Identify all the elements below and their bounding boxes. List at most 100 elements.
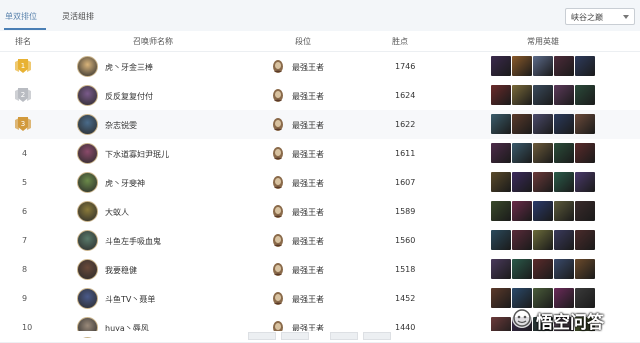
champion-icon[interactable] bbox=[512, 85, 532, 105]
champion-icon[interactable] bbox=[554, 143, 574, 163]
summoner-name[interactable]: 斗鱼左手吸血鬼 bbox=[105, 236, 161, 247]
table-row[interactable]: 1 虎丶牙金三棒 最强王者 1746 bbox=[0, 52, 640, 82]
chevron-down-icon bbox=[623, 15, 629, 19]
champion-icon[interactable] bbox=[575, 114, 595, 134]
table-row[interactable]: 6 大蚁人 最强王者 1589 bbox=[0, 197, 640, 227]
champion-icon[interactable] bbox=[491, 230, 511, 250]
champion-icon[interactable] bbox=[533, 143, 553, 163]
champion-icon[interactable] bbox=[554, 259, 574, 279]
page-button[interactable] bbox=[248, 332, 276, 340]
champion-icon[interactable] bbox=[575, 259, 595, 279]
rank-number: 6 bbox=[22, 207, 28, 216]
champion-icon[interactable] bbox=[512, 230, 532, 250]
tier-label: 最强王者 bbox=[292, 179, 324, 188]
summoner-avatar[interactable] bbox=[77, 259, 98, 280]
champion-icon[interactable] bbox=[491, 114, 511, 134]
bronze-medal-icon: 3 bbox=[15, 117, 31, 131]
tab-flex[interactable]: 灵活组排 bbox=[62, 11, 94, 22]
champion-icon[interactable] bbox=[533, 259, 553, 279]
rank-number: 8 bbox=[22, 265, 28, 274]
summoner-name[interactable]: 虎丶牙斐神 bbox=[105, 178, 145, 189]
page-button[interactable] bbox=[281, 332, 309, 340]
tab-solo-duo[interactable]: 单双排位 bbox=[5, 11, 37, 22]
frequent-champions bbox=[491, 114, 596, 134]
champion-icon[interactable] bbox=[575, 172, 595, 192]
challenger-tier-icon bbox=[273, 89, 283, 102]
champion-icon[interactable] bbox=[575, 230, 595, 250]
challenger-tier-icon bbox=[273, 147, 283, 160]
table-row[interactable]: 8 我要稳健 最强王者 1518 bbox=[0, 255, 640, 285]
summoner-name[interactable]: 杂志锐雯 bbox=[105, 120, 137, 131]
champion-icon[interactable] bbox=[491, 143, 511, 163]
active-tab-indicator bbox=[4, 28, 46, 30]
medal-rank-number: 2 bbox=[21, 91, 25, 99]
table-row[interactable]: 3 杂志锐雯 最强王者 1622 bbox=[0, 110, 640, 140]
summoner-name[interactable]: 我要稳健 bbox=[105, 265, 137, 276]
champion-icon[interactable] bbox=[554, 85, 574, 105]
champion-icon[interactable] bbox=[512, 56, 532, 76]
champion-icon[interactable] bbox=[512, 259, 532, 279]
champion-icon[interactable] bbox=[512, 201, 532, 221]
summoner-avatar[interactable] bbox=[77, 230, 98, 251]
table-row[interactable]: 2 反反复复付付 最强王者 1624 bbox=[0, 81, 640, 111]
champion-icon[interactable] bbox=[533, 201, 553, 221]
table-row[interactable]: 4 下水道寡妇尹珉儿 最强王者 1611 bbox=[0, 139, 640, 169]
table-row[interactable]: 7 斗鱼左手吸血鬼 最强王者 1560 bbox=[0, 226, 640, 256]
league-points: 1589 bbox=[395, 207, 416, 216]
page-button[interactable] bbox=[363, 332, 391, 340]
champion-icon[interactable] bbox=[491, 85, 511, 105]
champion-icon[interactable] bbox=[533, 114, 553, 134]
champion-icon[interactable] bbox=[533, 85, 553, 105]
challenger-tier-icon bbox=[273, 292, 283, 305]
champion-icon[interactable] bbox=[512, 172, 532, 192]
champion-icon[interactable] bbox=[575, 201, 595, 221]
rank-number: 5 bbox=[22, 178, 28, 187]
champion-icon[interactable] bbox=[533, 56, 553, 76]
champion-icon[interactable] bbox=[491, 56, 511, 76]
watermark-text: 悟空问答 bbox=[536, 313, 604, 333]
summoner-avatar[interactable] bbox=[77, 201, 98, 222]
champion-icon[interactable] bbox=[554, 56, 574, 76]
col-summoner: 召唤师名称 bbox=[133, 37, 173, 46]
champion-icon[interactable] bbox=[533, 172, 553, 192]
champion-icon[interactable] bbox=[575, 56, 595, 76]
champion-icon[interactable] bbox=[554, 114, 574, 134]
summoner-avatar[interactable] bbox=[77, 85, 98, 106]
col-tier: 段位 bbox=[295, 37, 311, 46]
frequent-champions bbox=[491, 259, 596, 279]
frequent-champions bbox=[491, 172, 596, 192]
summoner-name[interactable]: 大蚁人 bbox=[105, 207, 129, 218]
summoner-avatar[interactable] bbox=[77, 56, 98, 77]
league-points: 1746 bbox=[395, 62, 416, 71]
champion-icon[interactable] bbox=[512, 143, 532, 163]
champion-icon[interactable] bbox=[554, 230, 574, 250]
champion-icon[interactable] bbox=[575, 143, 595, 163]
tier-label: 最强王者 bbox=[292, 266, 324, 275]
champion-icon[interactable] bbox=[554, 172, 574, 192]
champion-icon[interactable] bbox=[575, 85, 595, 105]
summoner-avatar[interactable] bbox=[77, 114, 98, 135]
champion-icon[interactable] bbox=[491, 259, 511, 279]
summoner-name[interactable]: 下水道寡妇尹珉儿 bbox=[105, 149, 169, 160]
page-button[interactable] bbox=[330, 332, 358, 340]
summoner-avatar[interactable] bbox=[77, 288, 98, 309]
summoner-avatar[interactable] bbox=[77, 143, 98, 164]
champion-icon[interactable] bbox=[554, 201, 574, 221]
challenger-tier-icon bbox=[273, 60, 283, 73]
table-row[interactable]: 5 虎丶牙斐神 最强王者 1607 bbox=[0, 168, 640, 198]
champion-icon[interactable] bbox=[491, 172, 511, 192]
champion-icon[interactable] bbox=[533, 230, 553, 250]
tier-label: 最强王者 bbox=[292, 92, 324, 101]
tier-label: 最强王者 bbox=[292, 150, 324, 159]
summoner-avatar[interactable] bbox=[77, 172, 98, 193]
summoner-name[interactable]: 反反复复付付 bbox=[105, 91, 153, 102]
summoner-name[interactable]: 虎丶牙金三棒 bbox=[105, 62, 153, 73]
frequent-champions bbox=[491, 56, 596, 76]
table-header: 排名 召唤师名称 段位 胜点 常用英雄 bbox=[0, 31, 640, 52]
champion-icon[interactable] bbox=[491, 288, 511, 308]
champion-icon[interactable] bbox=[512, 114, 532, 134]
league-points: 1452 bbox=[395, 294, 416, 303]
region-select[interactable]: 峡谷之巅 bbox=[565, 8, 635, 25]
summoner-name[interactable]: 斗鱼TV丶聂单 bbox=[105, 294, 155, 305]
champion-icon[interactable] bbox=[491, 201, 511, 221]
